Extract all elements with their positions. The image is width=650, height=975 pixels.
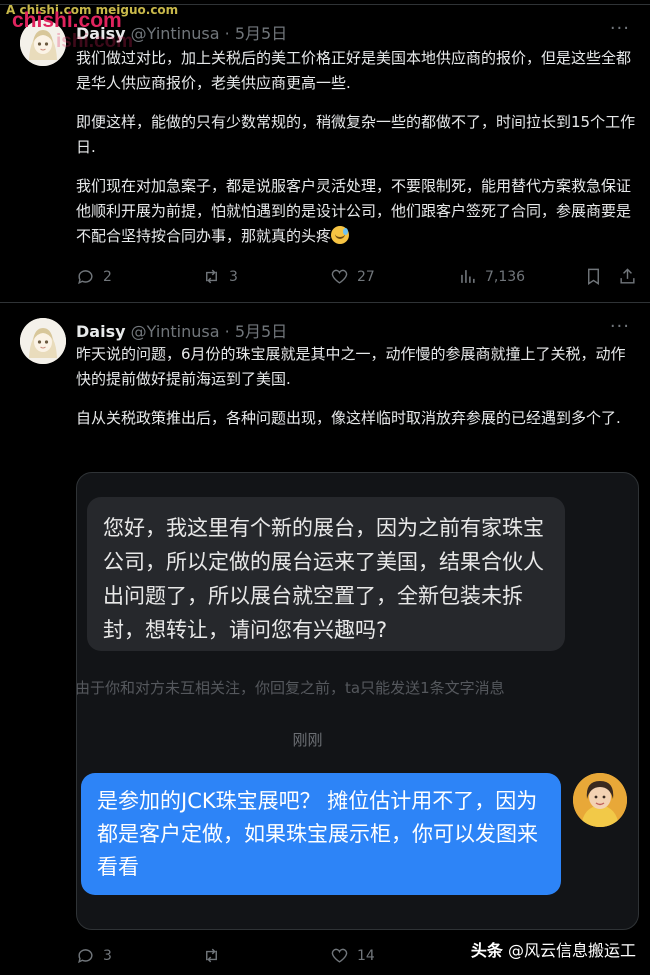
heart-icon bbox=[331, 269, 348, 284]
like-count: 14 bbox=[357, 947, 375, 964]
bookmark-icon bbox=[588, 268, 599, 285]
repost-icon bbox=[206, 948, 217, 963]
reply-count: 3 bbox=[103, 947, 112, 964]
repost-button[interactable] bbox=[202, 946, 229, 965]
like-count: 27 bbox=[357, 268, 375, 285]
watermark-logo-text: chishi.com bbox=[12, 9, 122, 32]
tweet-header: Daisy @Yintinusa · 5月5日 ··· bbox=[76, 316, 630, 341]
source-brand: 头条 bbox=[470, 941, 503, 960]
reply-icon bbox=[78, 949, 93, 964]
like-button[interactable]: 14 bbox=[330, 946, 375, 965]
more-options-icon[interactable]: ··· bbox=[610, 18, 630, 39]
tweet-header: Daisy @Yintinusa · 5月5日 ··· bbox=[76, 18, 630, 43]
tweet-paragraph: 自从关税政策推出后，各种问题出现，像这样临时取消放弃参展的已经遇到多个了. bbox=[76, 409, 621, 427]
chat-screenshot-image[interactable]: 您好，我这里有个新的展台，因为之前有家珠宝公司，所以定做的展台运来了美国，结果合… bbox=[76, 472, 639, 930]
tweet-1[interactable]: Daisy @Yintinusa · 5月5日 ··· 我们做过对比，加上关税后… bbox=[0, 8, 650, 303]
tweet-paragraph: 我们现在对加急案子，都是说服客户灵活处理，不要限制死，能用替代方案救急保证他顺利… bbox=[76, 174, 638, 249]
tweet-paragraph: 昨天说的问题，6月份的珠宝展就是其中之一，动作慢的参展商就撞上了关税，动作快的提… bbox=[76, 345, 626, 388]
chat-user-avatar bbox=[573, 773, 627, 827]
separator-dot: · bbox=[224, 322, 230, 341]
follow-notice-text: 由于你和对方未互相关注，你回复之前，ta只能发送1条文字消息 bbox=[76, 679, 505, 697]
heart-icon bbox=[331, 948, 348, 963]
incoming-message-bubble: 您好，我这里有个新的展台，因为之前有家珠宝公司，所以定做的展台运来了美国，结果合… bbox=[87, 497, 565, 651]
tweet-date[interactable]: 5月5日 bbox=[235, 322, 287, 341]
reply-count: 2 bbox=[103, 268, 112, 285]
share-icon bbox=[620, 268, 635, 284]
repost-icon bbox=[206, 269, 217, 284]
bookmark-button[interactable] bbox=[584, 267, 603, 286]
author-handle[interactable]: @Yintinusa bbox=[131, 322, 220, 341]
share-button[interactable] bbox=[618, 267, 637, 286]
more-options-icon[interactable]: ··· bbox=[610, 316, 630, 337]
watermark-ghost-text: ishi.com bbox=[56, 31, 134, 52]
author-handle[interactable]: @Yintinusa bbox=[131, 24, 220, 43]
repost-count: 3 bbox=[229, 268, 238, 285]
avatar[interactable] bbox=[20, 318, 66, 364]
tweet-date[interactable]: 5月5日 bbox=[235, 24, 287, 43]
tweet-body: 昨天说的问题，6月份的珠宝展就是其中之一，动作慢的参展商就撞上了关税，动作快的提… bbox=[76, 342, 638, 445]
analytics-icon bbox=[461, 270, 475, 283]
tweet-paragraph-text: 我们现在对加急案子，都是说服客户灵活处理，不要限制死，能用替代方案救急保证他顺利… bbox=[76, 177, 632, 245]
source-attribution: 头条 @风云信息搬运工 bbox=[471, 937, 636, 961]
tweet-paragraph: 我们做过对比，加上关税后的美工价格正好是美国本地供应商的报价，但是这些全都是华人… bbox=[76, 49, 632, 92]
outgoing-message-bubble: 是参加的JCK珠宝展吧？ 摊位估计用不了，因为都是客户定做，如果珠宝展示柜，你可… bbox=[81, 773, 561, 895]
reply-icon bbox=[78, 270, 93, 285]
reply-button[interactable]: 3 bbox=[76, 946, 112, 965]
views-button[interactable]: 7,136 bbox=[458, 267, 525, 286]
view-count: 7,136 bbox=[485, 268, 526, 285]
tweet-paragraph: 即便这样，能做的只有少数常规的，稍微复杂一些的都做不了，时间拉长到15个工作日. bbox=[76, 113, 636, 156]
tweet-actions: 2 3 27 7,136 bbox=[76, 267, 638, 291]
tweet-body: 我们做过对比，加上关税后的美工价格正好是美国本地供应商的报价，但是这些全都是华人… bbox=[76, 46, 638, 263]
tweet-2[interactable]: Daisy @Yintinusa · 5月5日 ··· 昨天说的问题，6月份的珠… bbox=[0, 306, 650, 975]
repost-button[interactable]: 3 bbox=[202, 267, 238, 286]
reply-button[interactable]: 2 bbox=[76, 267, 112, 286]
source-account: @风云信息搬运工 bbox=[507, 941, 636, 960]
author-name[interactable]: Daisy bbox=[76, 322, 126, 341]
sweat-smile-emoji-icon bbox=[331, 226, 350, 244]
separator-dot: · bbox=[224, 24, 230, 43]
like-button[interactable]: 27 bbox=[330, 267, 375, 286]
message-timestamp: 刚刚 bbox=[292, 731, 323, 749]
